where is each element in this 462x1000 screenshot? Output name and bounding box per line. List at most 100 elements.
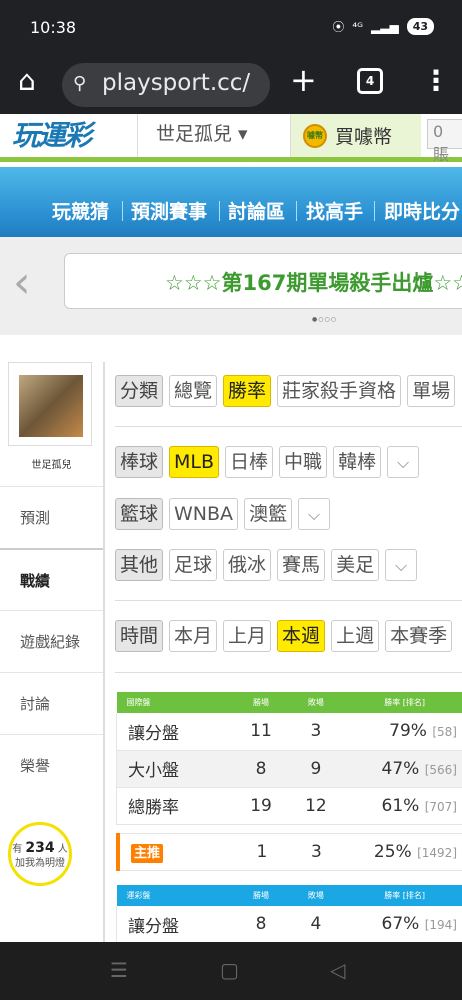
category-label: 分類 [115,375,164,407]
col-wins: 勝場 [234,692,288,713]
divider [115,426,462,427]
lightbulb-icon[interactable]: 有 234 人 加我為明燈 [8,822,72,886]
status-icons: ⦿ ⁴ᴳ ▂▃▅ 43 [332,18,434,35]
filter-nfl[interactable]: 美足 [331,549,380,581]
filter-mlb[interactable]: MLB [169,446,220,478]
nav-divider [122,201,123,221]
main-pick-table: 主推 1 3 25% [1492] [116,833,462,871]
announcement-text[interactable]: ☆☆☆第167期單場殺手出爐☆☆☆ [165,267,462,297]
chevron-down-icon[interactable]: ⌵ [387,446,420,478]
chevron-left-icon[interactable]: ‹ [13,257,53,308]
rate-cell: 25% [1492] [344,833,462,871]
filter-wnba[interactable]: WNBA [169,498,239,530]
filter-npb[interactable]: 日棒 [225,446,274,478]
recents-icon[interactable]: ☰ [110,958,128,982]
filter-cpbl[interactable]: 中職 [279,446,328,478]
main-pick-badge: 主推 [131,844,164,863]
filter-soccer[interactable]: 足球 [169,549,218,581]
buy-coin-button[interactable]: 噱幣 買噱幣 [291,114,421,157]
filter-last-month[interactable]: 上月 [223,620,272,652]
record-panel: 分類 總覽 勝率 莊家殺手資格 單場 棒球 MLB 日棒 中職 韓棒 ⌵ 籃球 … [103,362,462,942]
filter-this-season[interactable]: 本賽季 [385,620,453,652]
nav-divider [219,201,220,221]
rate-value: 61% [381,795,420,816]
rank-value: [566] [424,762,457,777]
site-settings-icon[interactable]: ⚲ [73,73,86,94]
col-losses: 敗場 [287,692,344,713]
rate-cell: 47% [566] [343,750,462,788]
filter-last-week[interactable]: 上週 [331,620,380,652]
rank-value: [194] [424,918,457,933]
filter-bookie-killer[interactable]: 莊家殺手資格 [277,375,402,407]
address-bar[interactable]: ⚲ playsport.cc/ [62,63,270,107]
basketball-label: 籃球 [115,498,164,530]
sidebar-item-honors[interactable]: 榮譽 [0,734,103,796]
col-wins: 勝場 [234,885,288,906]
wins-cell: 11 [234,713,288,751]
slider-dots: ●○○○ [312,316,337,323]
filter-this-week[interactable]: 本週 [277,620,326,652]
sidebar-item-record[interactable]: 戰績 [0,548,103,610]
url-text[interactable]: playsport.cc/ [102,70,250,96]
table-row: 總勝率 19 12 61% [707] [116,787,462,825]
nav-item-predict[interactable]: 預測賽事 [131,197,207,224]
losses-cell: 12 [287,787,344,825]
home-button-icon[interactable]: ▢ [220,958,239,982]
home-icon[interactable]: ⌂ [18,64,36,97]
avatar[interactable] [19,375,83,437]
announcement-slider: ‹ ☆☆☆第167期單場殺手出爐☆☆☆ ●○○○ [0,237,462,335]
filter-this-month[interactable]: 本月 [169,620,218,652]
divider [115,672,462,673]
nav-divider [296,201,297,221]
wins-cell: 8 [234,750,288,788]
basketball-filter-row: 籃球 WNBA 澳籃 ⌵ [115,498,331,530]
col-losses: 敗場 [287,885,344,906]
nav-item-guess[interactable]: 玩競猜 [52,197,109,224]
rate-cell: 79% [58] [343,713,462,751]
system-nav-bar: ☰ ▢ ◁ [0,942,462,1000]
filter-nbl[interactable]: 澳籃 [244,498,293,530]
new-tab-icon[interactable]: + [290,61,317,99]
col-win-rate: 勝率 [排名] [343,692,462,713]
tab-switcher-button[interactable]: 4 [357,68,383,94]
wins-cell: 19 [234,787,288,825]
baseball-label: 棒球 [115,446,164,478]
sidebar-item-discuss[interactable]: 討論 [0,672,103,734]
more-menu-icon[interactable]: ⋮ [422,64,450,97]
rank-value: [707] [424,799,457,814]
avatar-frame[interactable] [8,362,92,446]
filter-win-rate[interactable]: 勝率 [223,375,272,407]
sidebar-item-game-log[interactable]: 遊戲紀錄 [0,610,103,672]
buy-coin-label: 買噱幣 [335,126,393,148]
row-label: 大小盤 [116,750,235,788]
other-label: 其他 [115,549,164,581]
filter-horse-racing[interactable]: 賽馬 [277,549,326,581]
filter-khl[interactable]: 俄冰 [223,549,272,581]
col-win-rate: 勝率 [排名] [343,885,462,906]
filter-single-game[interactable]: 單場 [407,375,456,407]
divider [115,600,462,601]
baseball-filter-row: 棒球 MLB 日棒 中職 韓棒 ⌵ [115,446,420,478]
chevron-down-icon[interactable]: ⌵ [385,549,418,581]
announcement-card[interactable]: ☆☆☆第167期單場殺手出爐☆☆☆ [64,253,462,309]
fans-caption: 加我為明燈 [15,858,65,869]
clock: 10:38 [30,18,77,37]
coin-balance: 0 賬 [427,119,462,164]
fans-lightbulb[interactable]: 有 234 人 加我為明燈 [8,822,72,892]
nav-item-live-score[interactable]: 即時比分 [384,197,460,224]
back-icon[interactable]: ◁ [330,958,345,982]
rate-cell: 67% [194] [343,906,462,942]
sidebar-item-predictions[interactable]: 預測 [0,486,103,548]
signal-bars-icon: ▂▃▅ [371,19,399,34]
time-filter-row: 時間 本月 上月 本週 上週 本賽季 [115,620,453,652]
fans-prefix: 有 [12,844,23,855]
user-dropdown[interactable]: 世足孤兒 ▾ [137,114,291,157]
filter-overview[interactable]: 總覽 [169,375,218,407]
nav-item-experts[interactable]: 找高手 [306,197,363,224]
filter-kbo[interactable]: 韓棒 [333,446,382,478]
nav-item-forum[interactable]: 討論區 [228,197,285,224]
chevron-down-icon[interactable]: ⌵ [298,498,331,530]
site-logo[interactable]: 玩運彩 [12,114,92,154]
wins-cell: 8 [234,906,288,942]
rate-value: 25% [373,842,412,862]
